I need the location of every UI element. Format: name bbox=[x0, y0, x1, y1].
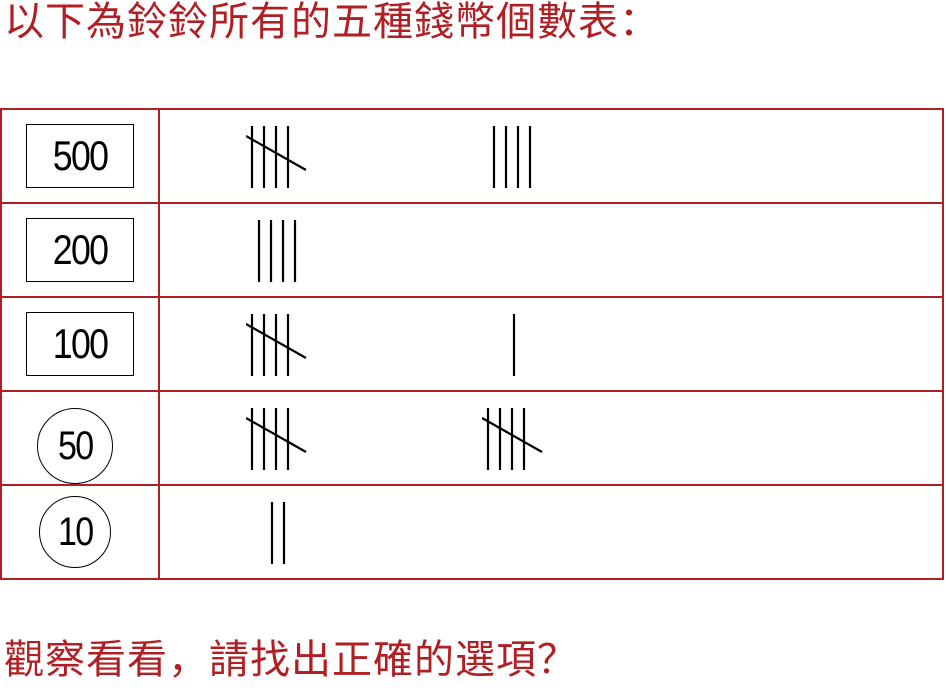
tally-group bbox=[253, 204, 317, 296]
tally-group bbox=[482, 392, 546, 484]
coin-cell: 500 bbox=[2, 110, 158, 202]
coin-cell: 50 bbox=[2, 392, 158, 484]
tally-group bbox=[246, 298, 310, 390]
coin-10-circle: 10 bbox=[39, 496, 111, 568]
coin-cell: 200 bbox=[2, 204, 158, 296]
tally-group bbox=[488, 110, 552, 202]
column-divider bbox=[158, 486, 160, 580]
column-divider bbox=[158, 110, 160, 202]
coin-row-200: 200 bbox=[2, 204, 942, 298]
tally-group bbox=[246, 392, 310, 484]
coin-row-500: 500 bbox=[2, 110, 942, 204]
tally-group bbox=[508, 298, 572, 390]
column-divider bbox=[158, 392, 160, 484]
column-divider bbox=[158, 204, 160, 296]
column-divider bbox=[158, 298, 160, 390]
coin-500-box: 500 bbox=[26, 124, 134, 188]
coin-label: 200 bbox=[52, 226, 109, 273]
coin-cell: 100 bbox=[2, 298, 158, 390]
tally-group bbox=[246, 110, 310, 202]
page-title: 以下為鈴鈴所有的五種錢幣個數表： bbox=[4, 0, 660, 45]
coin-cell: 10 bbox=[2, 486, 158, 578]
coin-200-box: 200 bbox=[26, 218, 134, 282]
coin-tally-table: 500 200 100 50 10 bbox=[0, 108, 944, 580]
coin-50-circle: 50 bbox=[37, 408, 113, 484]
coin-100-box: 100 bbox=[26, 312, 134, 376]
coin-label: 50 bbox=[57, 423, 94, 468]
coin-row-50: 50 bbox=[2, 392, 942, 486]
coin-row-10: 10 bbox=[2, 486, 942, 580]
coin-label: 100 bbox=[52, 320, 109, 367]
tally-group bbox=[266, 486, 330, 578]
coin-label: 10 bbox=[57, 509, 94, 554]
coin-label: 500 bbox=[52, 132, 109, 179]
coin-row-100: 100 bbox=[2, 298, 942, 392]
question-text: 觀察看看，請找出正確的選項？ bbox=[4, 637, 578, 683]
